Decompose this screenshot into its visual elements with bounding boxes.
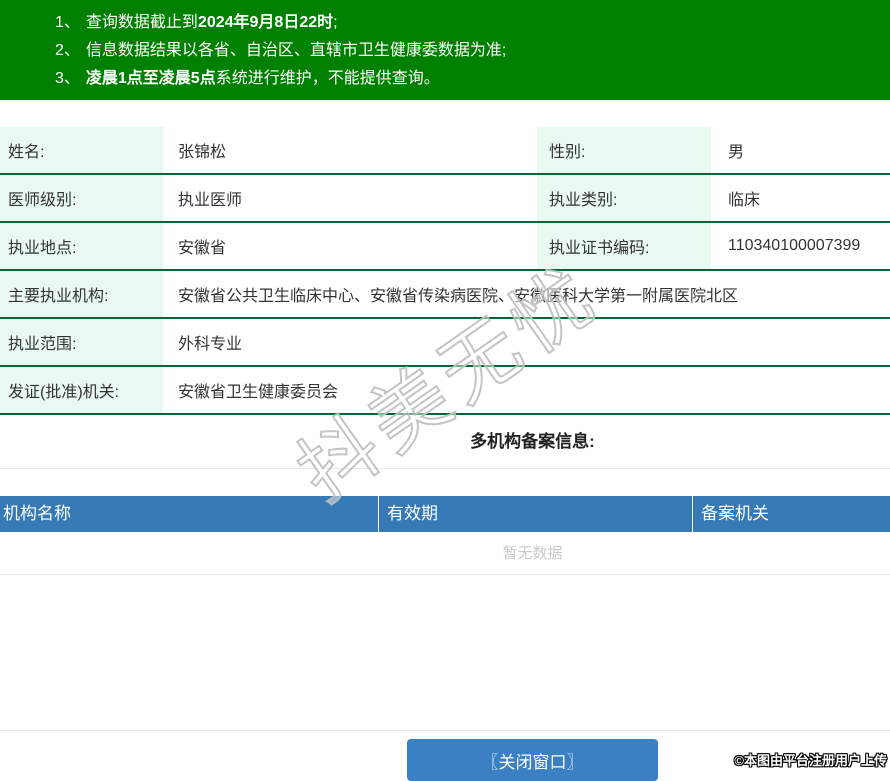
practice-scope-label: 执业范围: [0, 319, 163, 365]
table-row-level-category: 医师级别: 执业医师 执业类别: 临床 [0, 175, 890, 223]
notice-text-bold: 凌晨1点至凌晨5点 [85, 70, 216, 87]
gender-label: 性别: [537, 127, 711, 173]
doctor-level-label: 医师级别: [0, 175, 163, 221]
filing-col-institution: 机构名称 [0, 496, 379, 532]
table-row-scope: 执业范围: 外科专业 [0, 319, 890, 367]
name-label: 姓名: [0, 127, 163, 173]
certificate-number-value: 110340100007399 [728, 237, 861, 254]
notice-text: 信息数据结果以各省、自治区、直辖市卫生健康委数据为准; [85, 42, 507, 59]
doctor-level-value: 执业医师 [178, 192, 243, 209]
table-row-issuer: 发证(批准)机关: 安徽省卫生健康委员会 [0, 367, 890, 415]
notice-number: 3、 [55, 70, 80, 87]
notice-line-3: 3、 凌晨1点至凌晨5点系统进行维护，不能提供查询。 [55, 65, 880, 93]
table-row-main-org: 主要执业机构: 安徽省公共卫生临床中心、安徽省传染病医院、安徽医科大学第一附属医… [0, 271, 890, 319]
practice-location-value: 安徽省 [178, 240, 227, 257]
issuing-authority-label: 发证(批准)机关: [0, 367, 163, 413]
notice-number: 1、 [55, 14, 80, 31]
notice-number: 2、 [55, 42, 80, 59]
main-org-value: 安徽省公共卫生临床中心、安徽省传染病医院、安徽医科大学第一附属医院北区 [178, 288, 739, 305]
notice-text: 系统进行维护，不能提供查询。 [215, 70, 440, 87]
main-org-label: 主要执业机构: [0, 271, 163, 317]
filing-table-header: 机构名称 有效期 备案机关 [0, 496, 890, 532]
corner-upload-watermark: ©本图由平台注册用户上传 [734, 753, 887, 768]
certificate-number-label: 执业证书编码: [537, 223, 711, 269]
name-value: 张锦松 [178, 144, 227, 161]
notice-text-bold: 2024年9月8日22时 [197, 14, 334, 31]
notice-banner: 1、 查询数据截止到2024年9月8日22时; 2、 信息数据结果以各省、自治区、直… [0, 0, 890, 100]
filing-col-validity: 有效期 [379, 496, 693, 532]
notice-line-2: 2、 信息数据结果以各省、自治区、直辖市卫生健康委数据为准; [55, 37, 880, 65]
gender-value: 男 [728, 144, 745, 161]
practice-location-label: 执业地点: [0, 223, 163, 269]
filing-col-authority: 备案机关 [701, 504, 769, 523]
notice-text: ; [333, 14, 338, 31]
practice-category-value: 临床 [728, 192, 761, 209]
table-row-location-cert: 执业地点: 安徽省 执业证书编码: 110340100007399 [0, 223, 890, 271]
doctor-info-table: 姓名: 张锦松 性别: 男 医师级别: 执业医师 执业类别: 临床 执业地点: … [0, 127, 890, 415]
filing-empty-state: 暂无数据 [0, 532, 890, 575]
close-window-button[interactable]: 〖关闭窗口〗 [407, 739, 658, 781]
filing-section-heading: 多机构备案信息: [0, 415, 890, 469]
notice-line-1: 1、 查询数据截止到2024年9月8日22时; [55, 9, 880, 37]
table-row-name-gender: 姓名: 张锦松 性别: 男 [0, 127, 890, 175]
practice-category-label: 执业类别: [537, 175, 711, 221]
practice-scope-value: 外科专业 [178, 336, 243, 353]
issuing-authority-value: 安徽省卫生健康委员会 [178, 384, 339, 401]
notice-text: 查询数据截止到 [85, 14, 198, 31]
